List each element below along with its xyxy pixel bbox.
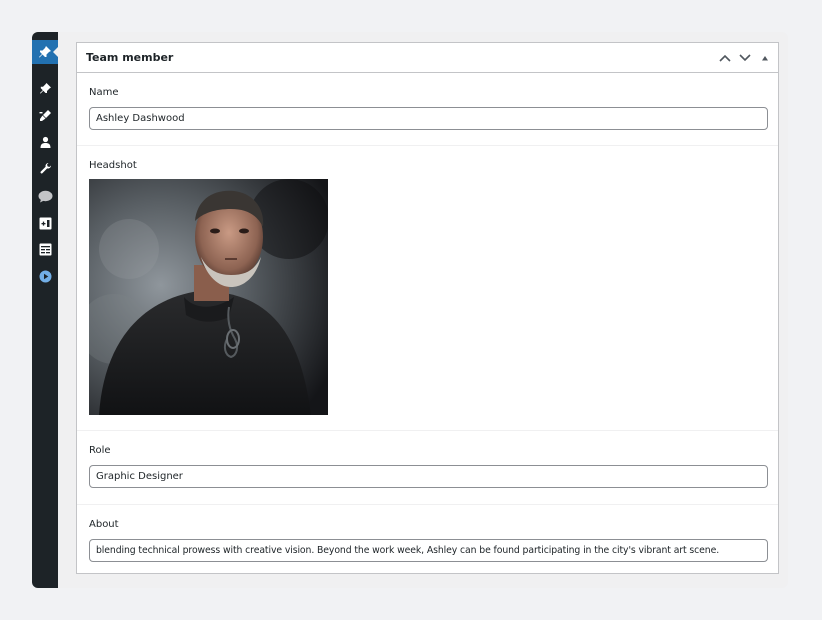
pin-icon[interactable] <box>32 40 58 64</box>
metabox-title: Team member <box>86 51 174 64</box>
metabox-header: Team member <box>77 43 778 73</box>
about-field-group: About blending technical prowess with cr… <box>77 505 778 577</box>
name-label: Name <box>89 87 119 98</box>
about-label: About <box>89 519 119 530</box>
headshot-field-group: Headshot <box>77 146 778 431</box>
name-input[interactable]: Ashley Dashwood <box>89 107 768 130</box>
headshot-label: Headshot <box>89 160 137 171</box>
posts-icon[interactable] <box>32 79 58 97</box>
pencil-brush-icon[interactable] <box>32 106 58 124</box>
move-up-icon[interactable] <box>718 51 732 65</box>
add-block-icon[interactable] <box>32 214 58 232</box>
wrench-icon[interactable] <box>32 159 58 177</box>
role-label: Role <box>89 445 111 456</box>
comment-bubble-icon[interactable] <box>32 187 58 205</box>
about-input[interactable]: blending technical prowess with creative… <box>89 539 768 562</box>
toggle-panel-icon[interactable] <box>758 51 772 65</box>
metabox-handle-actions <box>718 51 772 65</box>
name-field-group: Name Ashley Dashwood <box>77 73 778 146</box>
users-icon[interactable] <box>32 133 58 151</box>
role-field-group: Role Graphic Designer <box>77 431 778 505</box>
role-input[interactable]: Graphic Designer <box>89 465 768 488</box>
admin-sidebar <box>32 32 58 588</box>
play-circle-icon[interactable] <box>32 267 58 285</box>
table-icon[interactable] <box>32 240 58 258</box>
team-member-metabox: Team member Name Ashley Dashwood Headsho… <box>76 42 779 574</box>
editor-window: Team member Name Ashley Dashwood Headsho… <box>32 32 788 588</box>
move-down-icon[interactable] <box>738 51 752 65</box>
headshot-image[interactable] <box>89 179 328 415</box>
